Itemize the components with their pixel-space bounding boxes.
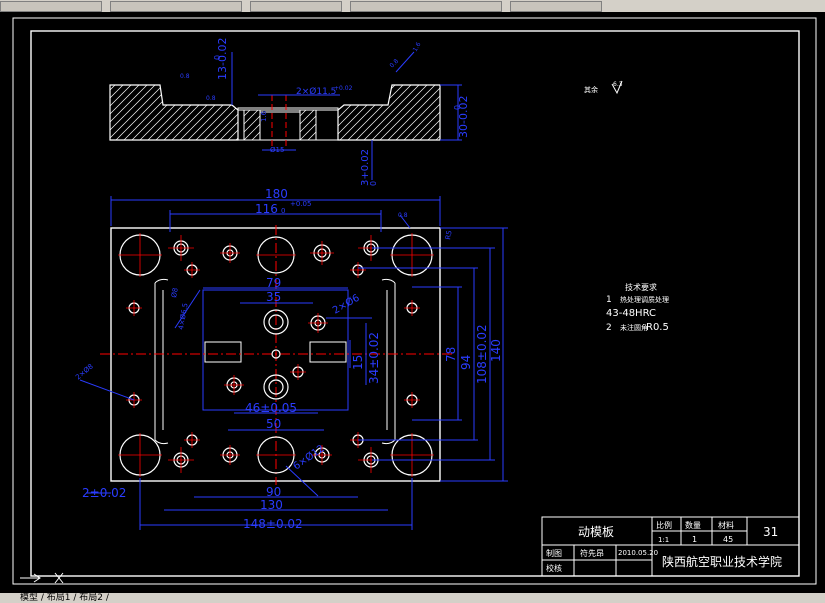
drawing-no: 31 (763, 525, 778, 539)
check-label: 校核 (546, 563, 562, 573)
rough-top: 0.8 (398, 212, 408, 219)
dim-116: 116 (255, 202, 278, 216)
notes-title: 技术要求 (625, 282, 657, 292)
layout-tabs[interactable]: 模型 / 布局1 / 布局2 / (0, 593, 825, 603)
dim-180: 180 (265, 187, 288, 201)
dim-180-tol: +0.05 (290, 200, 311, 208)
drawing-canvas: 13-0.02 0 2×Ø11.5 +0.02 30-0.02 0 3+0.02… (12, 17, 817, 585)
dim-130: 130 (260, 498, 283, 512)
ucs-icon (20, 572, 64, 584)
dim-4x: 4×Ø6.5 (177, 302, 190, 330)
dim-140: 140 (489, 339, 503, 362)
rest-label: 其余 (584, 85, 598, 94)
note2-num: 2 (606, 323, 612, 333)
dim-90: 90 (266, 485, 281, 499)
dim-34: 34±0.02 (367, 332, 381, 384)
note1-value: 43-48HRC (606, 308, 656, 319)
note1-num: 1 (606, 295, 612, 305)
dim-94: 94 (459, 355, 473, 370)
qty-value: 1 (692, 535, 697, 544)
note2-value: R0.5 (646, 322, 669, 333)
dim-4x-b: Ø8 (170, 287, 180, 298)
section-view (109, 51, 462, 180)
dim-step-tol: 0 (369, 181, 378, 186)
school-name: 陕西航空职业技术学院 (662, 554, 782, 569)
rough-d: 1.6 (412, 41, 423, 53)
dim-step: 3+0.02 (360, 149, 371, 186)
dim-small-dia: Ø15 (270, 146, 284, 154)
draw-label: 制图 (546, 548, 562, 558)
rough-b: 0.8 (206, 95, 216, 102)
dim-2: 2±0.02 (82, 486, 126, 500)
dim-79: 79 (266, 276, 281, 290)
note2-text: 未注圆角 (620, 323, 648, 332)
note1-text: 热处理调质处理 (620, 295, 669, 304)
drafter: 符先昂 (580, 548, 604, 558)
date: 2010.05.20 (618, 549, 658, 557)
dim-2x6: 2×Ø6 (331, 292, 362, 317)
dim-78: 78 (444, 347, 458, 362)
right-mark: R5 (444, 230, 453, 241)
qty-label: 数量 (685, 520, 701, 530)
left-label: 2×Ø8 (74, 362, 95, 381)
dim-top-tol: 0 (213, 55, 222, 60)
rest-value: 6.3 (613, 81, 623, 88)
dim-height-tol: 0 (453, 105, 462, 110)
rough-a: 0.8 (180, 73, 190, 80)
dim-108: 108±0.02 (475, 324, 489, 384)
material-value: 45 (723, 535, 733, 544)
material-label: 材料 (718, 520, 734, 530)
cad-drawing-area[interactable]: 13-0.02 0 2×Ø11.5 +0.02 30-0.02 0 3+0.02… (0, 0, 825, 603)
dim-35: 35 (266, 290, 281, 304)
plan-view (79, 196, 508, 530)
dim-hole-tol: +0.02 (334, 85, 353, 92)
scale-value: 1:1 (658, 536, 669, 544)
scale-label: 比例 (656, 520, 672, 530)
rough-c: 0.8 (388, 58, 400, 70)
dim-50: 50 (266, 417, 281, 431)
dim-116-tol: 0 (281, 207, 285, 215)
part-name: 动模板 (578, 525, 614, 539)
dim-small-h: 1.6 (260, 110, 268, 122)
dim-46: 46±0.05 (245, 401, 297, 415)
dim-hole-spec: 2×Ø11.5 (296, 86, 336, 97)
dim-height: 30-0.02 (457, 96, 470, 138)
dim-148: 148±0.02 (243, 517, 303, 531)
dim-15: 15 (351, 355, 365, 370)
